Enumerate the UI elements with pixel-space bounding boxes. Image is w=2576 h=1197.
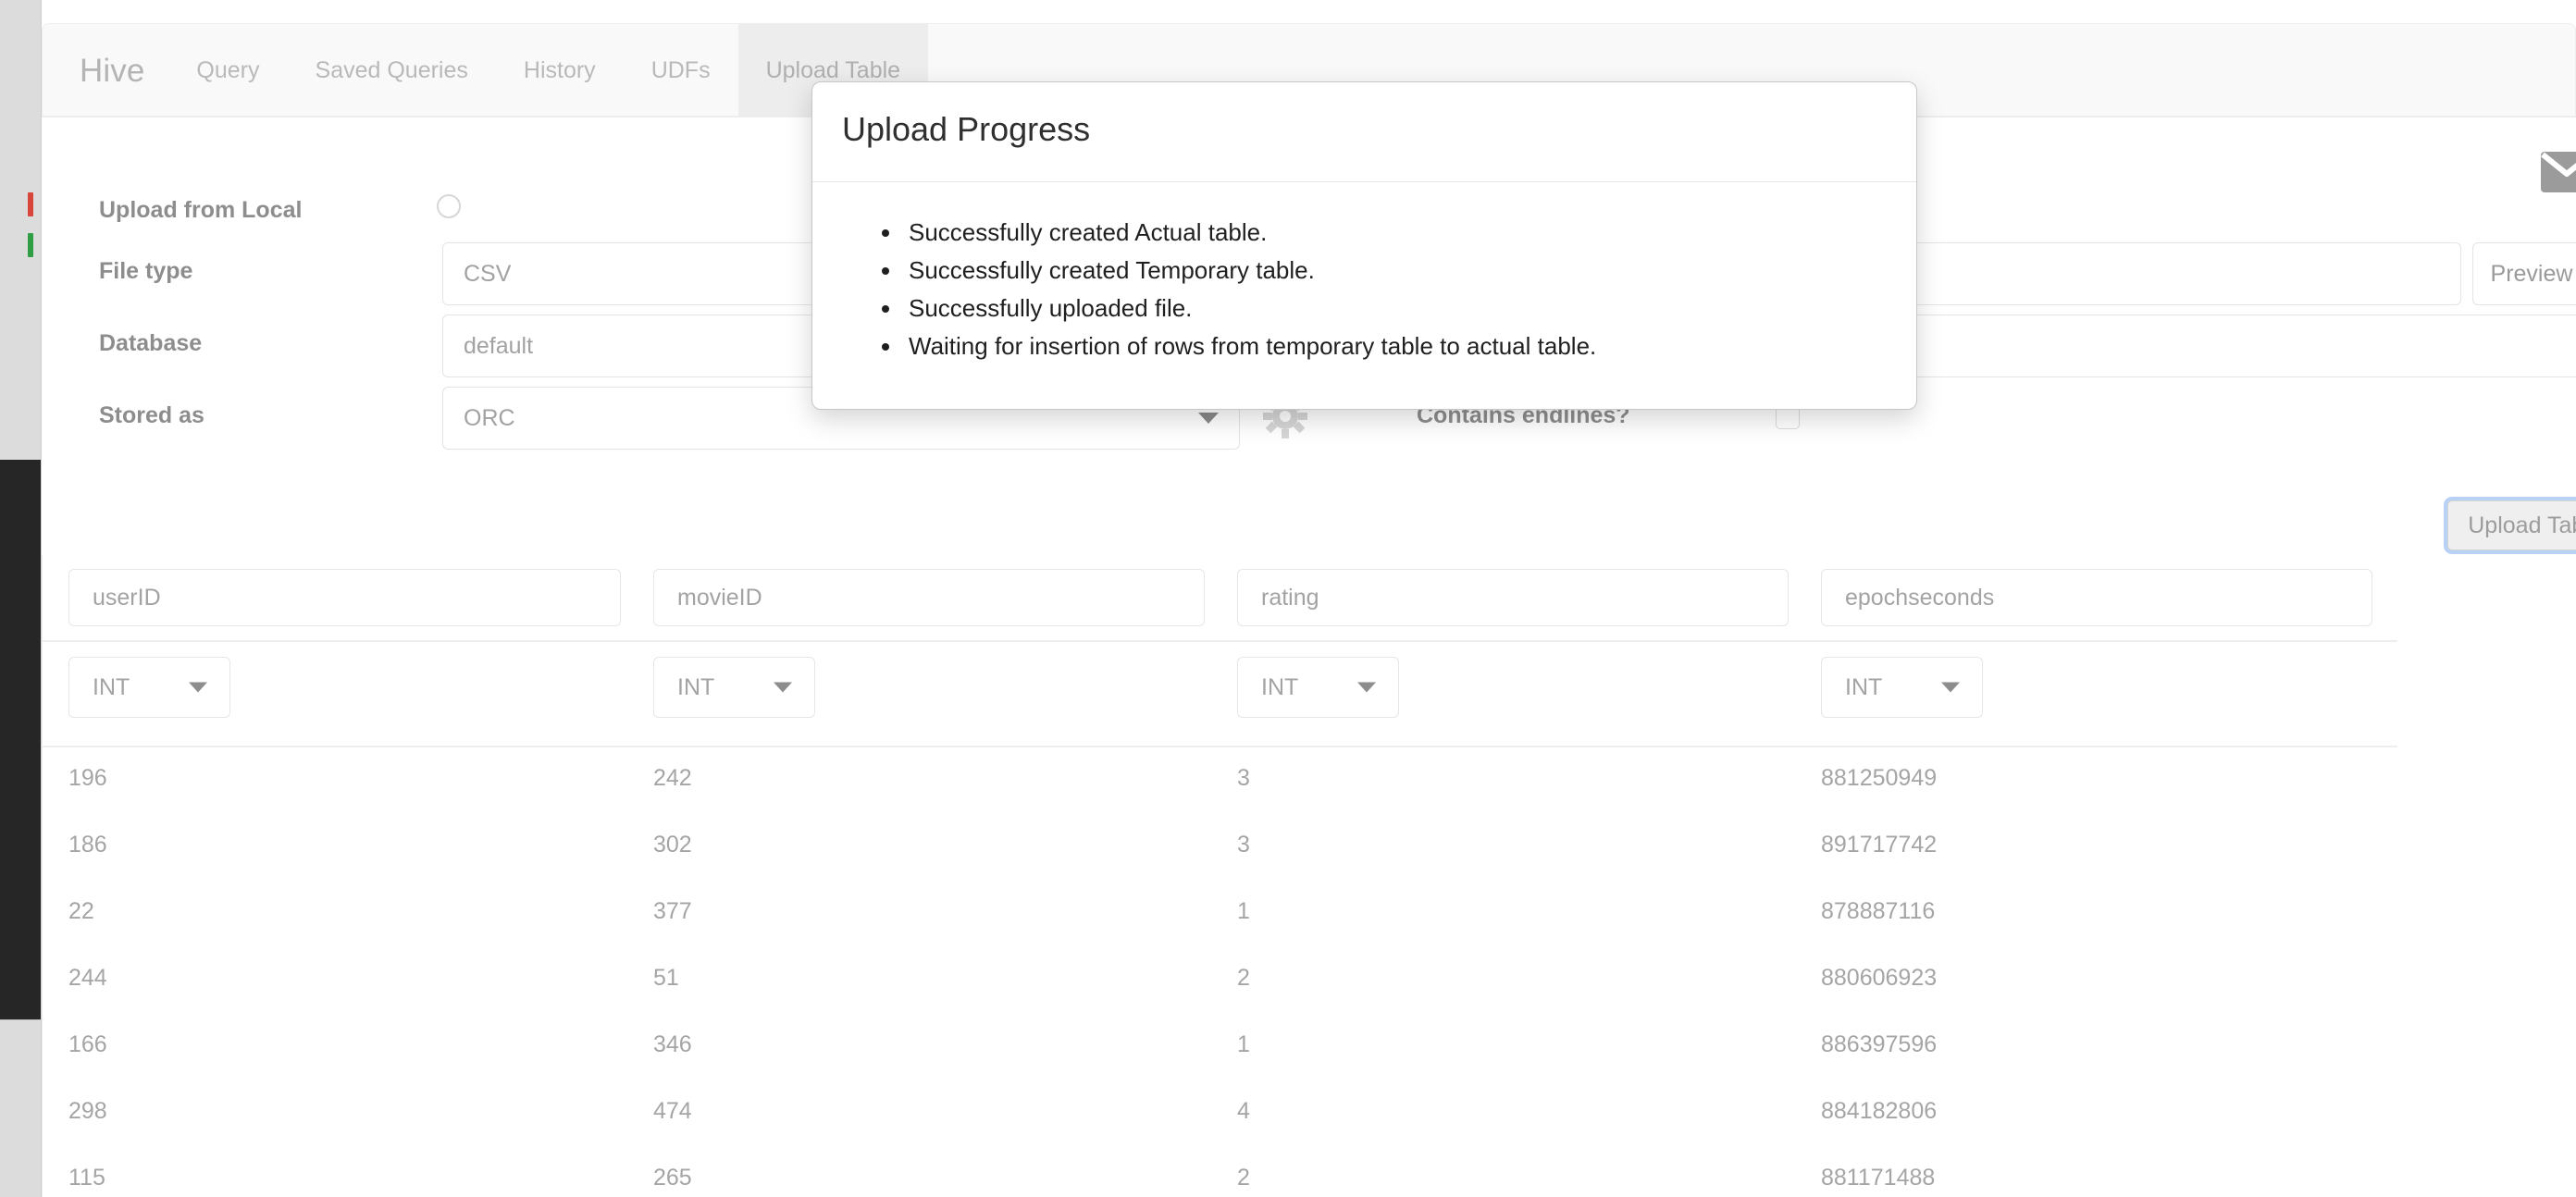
preview-button[interactable]: Preview xyxy=(2472,242,2576,305)
column-name-row: userID movieID rating epochseconds xyxy=(43,555,2396,640)
column-type-value-2: INT xyxy=(1261,673,1299,700)
table-row: 298 474 4 884182806 xyxy=(43,1078,2396,1144)
window-chrome-strip xyxy=(0,0,41,1197)
upload-from-local-radio[interactable] xyxy=(437,194,461,218)
progress-item: Successfully created Actual table. xyxy=(903,214,1916,252)
upload-progress-modal: Upload Progress Successfully created Act… xyxy=(811,81,1917,410)
cell-epochseconds: 880606923 xyxy=(1821,965,1938,991)
label-file-type: File type xyxy=(99,258,193,284)
chevron-down-icon xyxy=(774,682,792,693)
column-type-select-3[interactable]: INT xyxy=(1821,657,1983,718)
nav-brand[interactable]: Hive xyxy=(43,24,168,117)
chrome-dot-green xyxy=(28,233,33,257)
progress-item: Successfully created Temporary table. xyxy=(903,252,1916,290)
cell-rating: 2 xyxy=(1237,1165,1250,1191)
cell-movieid: 377 xyxy=(653,898,692,924)
cell-epochseconds: 881250949 xyxy=(1821,765,1938,791)
table-row: 115 265 2 881171488 xyxy=(43,1144,2396,1197)
nav-items: Hive Query Saved Queries History UDFs Up… xyxy=(43,24,929,117)
preview-table: userID movieID rating epochseconds INT I… xyxy=(42,555,2397,1197)
chrome-segment-dark xyxy=(0,460,41,1019)
cell-epochseconds: 891717742 xyxy=(1821,832,1938,858)
column-type-value-3: INT xyxy=(1845,673,1883,700)
cell-userid: 166 xyxy=(68,1031,107,1057)
cell-userid: 196 xyxy=(68,765,107,791)
cell-rating: 1 xyxy=(1237,1031,1250,1057)
table-row: 196 242 3 881250949 xyxy=(43,745,2396,811)
table-row: 244 51 2 880606923 xyxy=(43,944,2396,1011)
cell-epochseconds: 884182806 xyxy=(1821,1098,1938,1124)
upload-table-button[interactable]: Upload Table xyxy=(2447,500,2576,550)
cell-epochseconds: 881171488 xyxy=(1821,1165,1936,1191)
column-name-input-3[interactable]: epochseconds xyxy=(1821,569,2372,626)
column-type-select-1[interactable]: INT xyxy=(653,657,815,718)
cell-movieid: 265 xyxy=(653,1165,692,1191)
cell-movieid: 474 xyxy=(653,1098,692,1124)
column-type-select-0[interactable]: INT xyxy=(68,657,230,718)
column-name-input-1[interactable]: movieID xyxy=(653,569,1205,626)
chevron-down-icon xyxy=(189,682,207,693)
app-root: Hive Query Saved Queries History UDFs Up… xyxy=(0,0,2576,1197)
cell-epochseconds: 878887116 xyxy=(1821,898,1936,924)
cell-userid: 22 xyxy=(68,898,94,924)
page-canvas: Hive Query Saved Queries History UDFs Up… xyxy=(42,0,2576,1197)
modal-header: Upload Progress xyxy=(812,82,1916,182)
label-upload-from-local: Upload from Local xyxy=(99,197,303,223)
chevron-down-icon xyxy=(1941,682,1960,693)
cell-rating: 3 xyxy=(1237,832,1250,858)
cell-movieid: 302 xyxy=(653,832,692,858)
chrome-divider xyxy=(0,1019,41,1020)
table-row: 186 302 3 891717742 xyxy=(43,811,2396,878)
nav-tab-history[interactable]: History xyxy=(496,24,624,117)
stored-as-value: ORC xyxy=(464,404,515,431)
preview-rows: 196 242 3 881250949 186 302 3 891717742 … xyxy=(43,745,2396,1197)
cell-rating: 4 xyxy=(1237,1098,1250,1124)
chevron-down-icon xyxy=(1357,682,1376,693)
cell-userid: 298 xyxy=(68,1098,107,1124)
nav-tab-udfs[interactable]: UDFs xyxy=(624,24,738,117)
progress-item: Waiting for insertion of rows from tempo… xyxy=(903,327,1916,365)
envelope-icon[interactable] xyxy=(2541,152,2576,197)
column-type-value-1: INT xyxy=(677,673,715,700)
nav-tab-query[interactable]: Query xyxy=(168,24,287,117)
cell-movieid: 242 xyxy=(653,765,692,791)
cell-epochseconds: 886397596 xyxy=(1821,1031,1938,1057)
cell-movieid: 51 xyxy=(653,965,679,991)
cell-rating: 3 xyxy=(1237,765,1250,791)
modal-title: Upload Progress xyxy=(842,110,1091,148)
chrome-segment-bottom xyxy=(0,1019,41,1197)
table-row: 22 377 1 878887116 xyxy=(43,878,2396,944)
cell-rating: 1 xyxy=(1237,898,1250,924)
modal-body: Successfully created Actual table. Succe… xyxy=(812,182,1916,365)
cell-movieid: 346 xyxy=(653,1031,692,1057)
chevron-down-icon xyxy=(1198,413,1219,424)
column-type-row: INT INT INT INT xyxy=(43,640,2396,735)
nav-tab-saved-queries[interactable]: Saved Queries xyxy=(288,24,496,117)
progress-item: Successfully uploaded file. xyxy=(903,290,1916,327)
chrome-segment-top xyxy=(0,0,41,463)
progress-list: Successfully created Actual table. Succe… xyxy=(812,182,1916,365)
column-type-value-0: INT xyxy=(93,673,130,700)
column-name-input-0[interactable]: userID xyxy=(68,569,621,626)
column-type-select-2[interactable]: INT xyxy=(1237,657,1399,718)
table-row: 166 346 1 886397596 xyxy=(43,1011,2396,1078)
column-name-input-2[interactable]: rating xyxy=(1237,569,1789,626)
chrome-dot-red xyxy=(28,192,33,216)
cell-rating: 2 xyxy=(1237,965,1250,991)
cell-userid: 115 xyxy=(68,1165,105,1191)
cell-userid: 186 xyxy=(68,832,107,858)
label-stored-as: Stored as xyxy=(99,402,204,428)
label-database: Database xyxy=(99,330,203,356)
cell-userid: 244 xyxy=(68,965,107,991)
